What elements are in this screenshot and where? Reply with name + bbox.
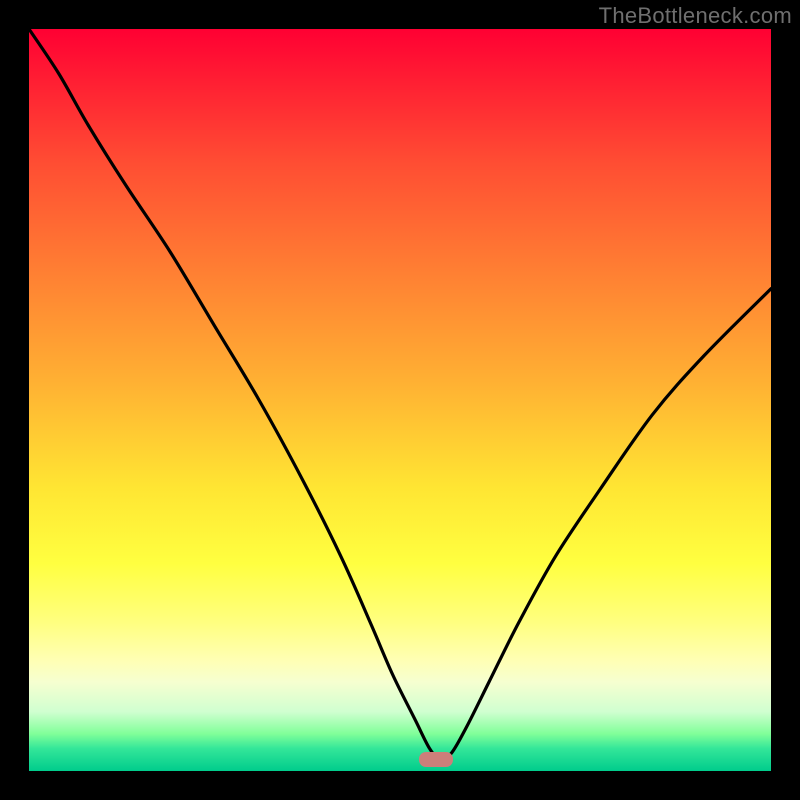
minimum-marker [419, 752, 453, 767]
bottleneck-curve [29, 29, 771, 771]
watermark-text: TheBottleneck.com [599, 3, 792, 29]
chart-container: TheBottleneck.com [0, 0, 800, 800]
plot-area [29, 29, 771, 771]
